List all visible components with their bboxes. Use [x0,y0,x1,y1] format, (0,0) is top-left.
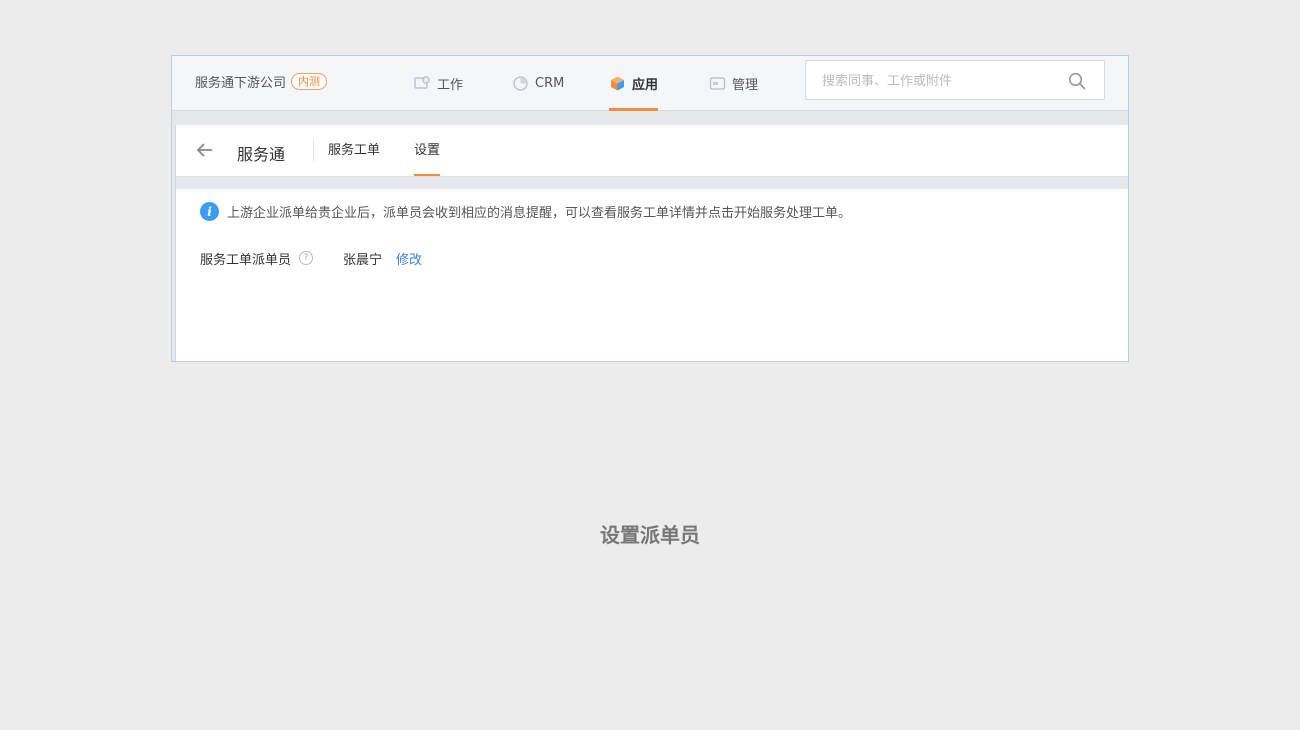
nav-manage[interactable]: 管理 [709,56,758,110]
dispatcher-setting-row: 服务工单派单员 ? 张晨宁 修改 [200,249,422,268]
edit-dispatcher-link[interactable]: 修改 [396,249,422,268]
notice-text: 上游企业派单给贵企业后，派单员会收到相应的消息提醒，可以查看服务工单详情并点击开… [227,206,852,221]
crm-pie-icon [513,75,528,91]
beta-badge: 内测 [291,73,328,90]
dispatcher-name: 张晨宁 [343,252,383,268]
manage-icon [709,76,726,90]
search-box [805,60,1105,100]
nav-crm[interactable]: CRM [512,56,564,110]
tab-service-orders[interactable]: 服务工单 [328,125,380,176]
top-navbar: 服务通下游公司 内测 工作 CRM 应用 管理 搜索同事、工作或附件 [172,56,1128,111]
nav-work[interactable]: 工作 [414,56,463,110]
app-window: 服务通下游公司 内测 工作 CRM 应用 管理 搜索同事、工作或附件 服务通 服… [171,55,1129,362]
nav-manage-label: 管理 [732,77,759,93]
work-icon [414,75,430,89]
content-panel: 服务通 服务工单 设置 i 上游企业派单给贵企业后，派单员会收到相应的消息提醒，… [175,125,1128,361]
nav-apps[interactable]: 应用 [609,56,659,111]
info-icon: i [200,202,219,221]
search-icon[interactable] [1068,72,1086,90]
search-input[interactable] [820,70,1064,92]
app-cube-icon [611,76,624,90]
nav-apps-label: 应用 [632,77,659,93]
nav-work-label: 工作 [437,77,464,93]
info-notice: i 上游企业派单给贵企业后，派单员会收到相应的消息提醒，可以查看服务工单详情并点… [200,202,851,221]
section-divider [176,177,1128,189]
dispatcher-label: 服务工单派单员 [200,252,292,268]
back-arrow-icon[interactable] [196,141,214,159]
company-name: 服务通下游公司 [195,76,287,91]
app-title: 服务通 [237,145,286,164]
nav-crm-label: CRM [535,75,565,91]
tab-settings[interactable]: 设置 [414,125,441,176]
page-caption: 设置派单员 [600,523,700,547]
sub-navbar: 服务通 服务工单 设置 [176,125,1128,177]
help-icon[interactable]: ? [299,251,314,265]
divider [313,139,314,161]
company-switcher[interactable]: 服务通下游公司 内测 [195,72,328,91]
